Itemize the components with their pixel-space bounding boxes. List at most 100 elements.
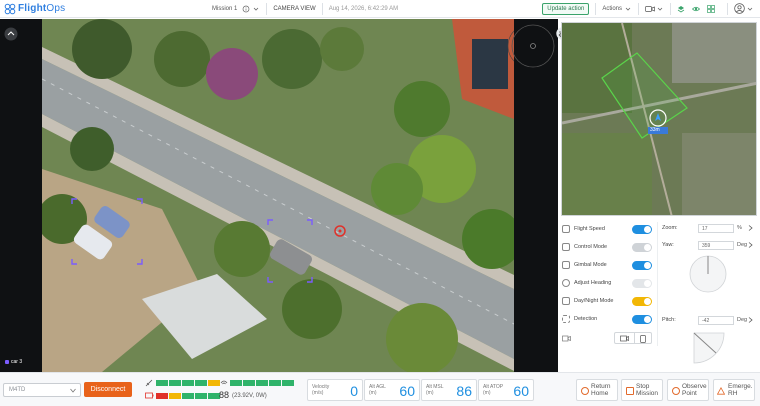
heading-icon xyxy=(562,279,570,287)
app-logo[interactable]: FlightOps xyxy=(4,3,200,15)
flight-speed-toggle[interactable] xyxy=(632,225,652,234)
aerial-camera-image xyxy=(42,19,514,372)
divider xyxy=(657,222,658,346)
video-camera-icon xyxy=(562,335,571,342)
flight-speed-label: Flight Speed xyxy=(574,226,605,232)
battery-percent: 88 xyxy=(219,390,230,400)
eye-icon[interactable] xyxy=(692,5,700,13)
alt-msl-readout: Alt MSL (m) 86 xyxy=(421,379,477,401)
velocity-readout: Velocity (m/s) 0 xyxy=(307,379,363,401)
satellite-signal-icon xyxy=(145,379,153,387)
control-mode-toggle[interactable] xyxy=(632,243,652,252)
camera-video-feed[interactable]: car 3 xyxy=(0,19,558,372)
detection-label: Detection xyxy=(574,316,598,322)
zoom-label: Zoom: xyxy=(662,225,678,231)
signal-segment xyxy=(208,380,220,386)
top-bar: FlightOps Mission 1 CAMERA VIEW Aug 14, … xyxy=(0,0,760,18)
signal-segment xyxy=(269,380,281,386)
pitch-input[interactable]: -42 xyxy=(698,316,734,325)
day-night-toggle[interactable] xyxy=(632,297,652,306)
control-mode-label: Control Mode xyxy=(574,244,608,250)
adjust-heading-toggle[interactable] xyxy=(632,279,652,288)
divider xyxy=(634,333,635,343)
telemetry-label: Alt AGL (m) xyxy=(369,384,386,396)
mission-selector[interactable]: Mission 1 xyxy=(212,5,260,13)
divider xyxy=(321,2,323,15)
user-avatar-icon[interactable] xyxy=(734,3,745,14)
gimbal-mode-toggle[interactable] xyxy=(632,261,652,270)
chevron-down-icon[interactable] xyxy=(656,5,664,13)
pitch-dial-icon[interactable] xyxy=(692,331,726,365)
button-label: Observe Point xyxy=(682,383,707,397)
gimbal-home-icon[interactable] xyxy=(4,27,18,41)
datetime: Aug 14, 2026, 6:42:29 AM xyxy=(328,5,399,12)
alt-agl-readout: Alt AGL (m) 60 xyxy=(364,379,420,401)
yaw-dial-icon[interactable] xyxy=(688,254,728,294)
info-icon[interactable] xyxy=(242,5,250,13)
compass-ring-icon xyxy=(511,24,555,68)
button-label: Return Home xyxy=(591,383,611,397)
actions-menu[interactable]: Actions xyxy=(602,5,632,13)
camera-source-switch[interactable] xyxy=(614,332,652,344)
chevron-down-icon[interactable] xyxy=(746,5,754,13)
telemetry-label: Alt ATOP (m) xyxy=(483,384,504,396)
flightops-logo-icon xyxy=(4,3,16,14)
drone-altitude-label: 33m xyxy=(650,127,660,133)
observe-point-button[interactable]: Observe Point xyxy=(667,379,709,401)
signal-segment xyxy=(256,380,268,386)
chevron-down-icon[interactable] xyxy=(252,5,260,13)
battery-icon xyxy=(145,392,154,399)
view-mode[interactable]: CAMERA VIEW xyxy=(273,6,315,12)
camera-icon[interactable] xyxy=(645,5,655,13)
gimbal-icon xyxy=(562,261,570,269)
yaw-input[interactable]: 359 xyxy=(698,241,734,250)
chevron-right-icon[interactable] xyxy=(748,225,753,231)
signal-segment xyxy=(195,380,207,386)
telemetry-label: Alt MSL (m) xyxy=(426,384,444,396)
divider xyxy=(638,2,639,15)
satellite-minimap[interactable]: 33m xyxy=(561,22,757,216)
chevron-right-icon[interactable] xyxy=(748,242,753,248)
telemetry-value: 0 xyxy=(350,383,358,399)
signal-segment xyxy=(156,380,168,386)
detection-toggle[interactable] xyxy=(632,315,652,324)
link-signal-bars xyxy=(230,380,295,388)
alt-atop-readout: Alt ATOP (m) 60 xyxy=(478,379,534,401)
return-home-button[interactable]: Return Home xyxy=(576,379,618,401)
button-label: Emerge. RH xyxy=(728,383,753,397)
pitch-label: Pitch: xyxy=(662,317,676,323)
emergency-rh-button[interactable]: Emerge. RH xyxy=(713,379,755,401)
yaw-unit: Deg xyxy=(737,242,748,248)
telemetry-value: 60 xyxy=(399,383,415,399)
wide-camera-icon[interactable] xyxy=(620,335,629,342)
chevron-down-icon xyxy=(70,388,76,393)
speed-icon xyxy=(562,225,570,233)
battery-segment xyxy=(169,393,181,399)
chevron-down-icon xyxy=(625,7,631,11)
signal-segment xyxy=(169,380,181,386)
stop-icon xyxy=(626,387,634,395)
telemetry-value: 86 xyxy=(456,383,472,399)
stop-mission-button[interactable]: Stop Mission xyxy=(621,379,663,401)
disconnect-button[interactable]: Disconnect xyxy=(84,382,132,397)
grid-icon[interactable] xyxy=(707,4,715,13)
phone-camera-icon[interactable] xyxy=(640,335,646,343)
day-night-label: Day/Night Mode xyxy=(574,298,614,304)
warning-icon xyxy=(717,387,725,395)
update-action-button[interactable]: Update action xyxy=(542,2,590,15)
actions-label: Actions xyxy=(602,5,622,12)
bottom-status-bar: M4TD Disconnect 88 (23.92V, 0W) Velocity… xyxy=(0,372,760,406)
drone-select[interactable]: M4TD xyxy=(3,383,81,397)
chevron-right-icon[interactable] xyxy=(748,317,753,323)
gimbal-mode-label: Gimbal Mode xyxy=(574,262,607,268)
detection-dot-icon xyxy=(5,360,9,364)
battery-bar xyxy=(156,393,221,401)
signal-segment xyxy=(282,380,294,386)
satellite-map-image xyxy=(562,23,756,215)
telemetry-label: Velocity (m/s) xyxy=(312,384,330,396)
divider xyxy=(727,2,728,15)
mission-name: Mission 1 xyxy=(212,5,238,12)
button-label: Stop Mission xyxy=(636,383,659,397)
zoom-input[interactable]: 17 xyxy=(698,224,734,233)
layers-icon[interactable] xyxy=(677,5,685,13)
